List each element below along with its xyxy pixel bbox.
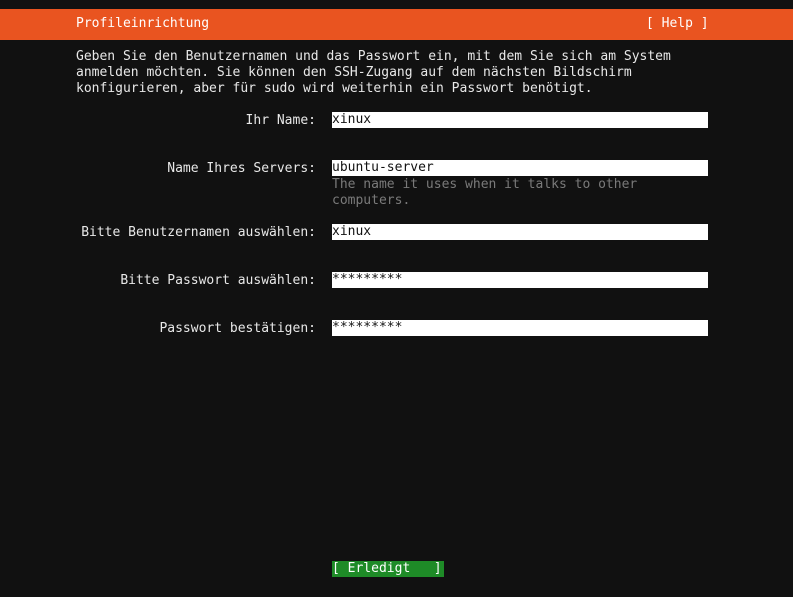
confirm-password-label: Passwort bestätigen: <box>159 321 316 336</box>
username-label: Bitte Benutzernamen auswählen: <box>81 225 316 240</box>
confirm-password-field[interactable]: ********* <box>332 320 708 336</box>
server-name-field[interactable]: ubuntu-server <box>332 160 708 176</box>
intro-line-3: konfigurieren, aber für sudo wird weiter… <box>76 81 593 96</box>
intro-line-2: anmelden möchten. Sie können den SSH-Zug… <box>76 65 632 80</box>
password-label: Bitte Passwort auswählen: <box>120 273 316 288</box>
done-button[interactable]: [ Erledigt ] <box>332 561 444 577</box>
server-name-hint: The name it uses when it talks to other … <box>332 177 637 209</box>
username-field[interactable]: xinux <box>332 224 708 240</box>
server-hint-line-1: The name it uses when it talks to other <box>332 177 638 192</box>
password-field[interactable]: ********* <box>332 272 708 288</box>
help-button[interactable]: [ Help ] <box>646 16 709 31</box>
title-bar: Profileinrichtung [ Help ] <box>0 9 793 40</box>
name-label: Ihr Name: <box>245 113 316 128</box>
page-title: Profileinrichtung <box>76 16 210 31</box>
server-hint-line-2: computers. <box>332 193 411 208</box>
name-field[interactable]: xinux <box>332 112 708 128</box>
intro-text: Geben Sie den Benutzernamen und das Pass… <box>76 49 776 97</box>
intro-line-1: Geben Sie den Benutzernamen und das Pass… <box>76 49 671 64</box>
server-name-label: Name Ihres Servers: <box>167 161 316 176</box>
